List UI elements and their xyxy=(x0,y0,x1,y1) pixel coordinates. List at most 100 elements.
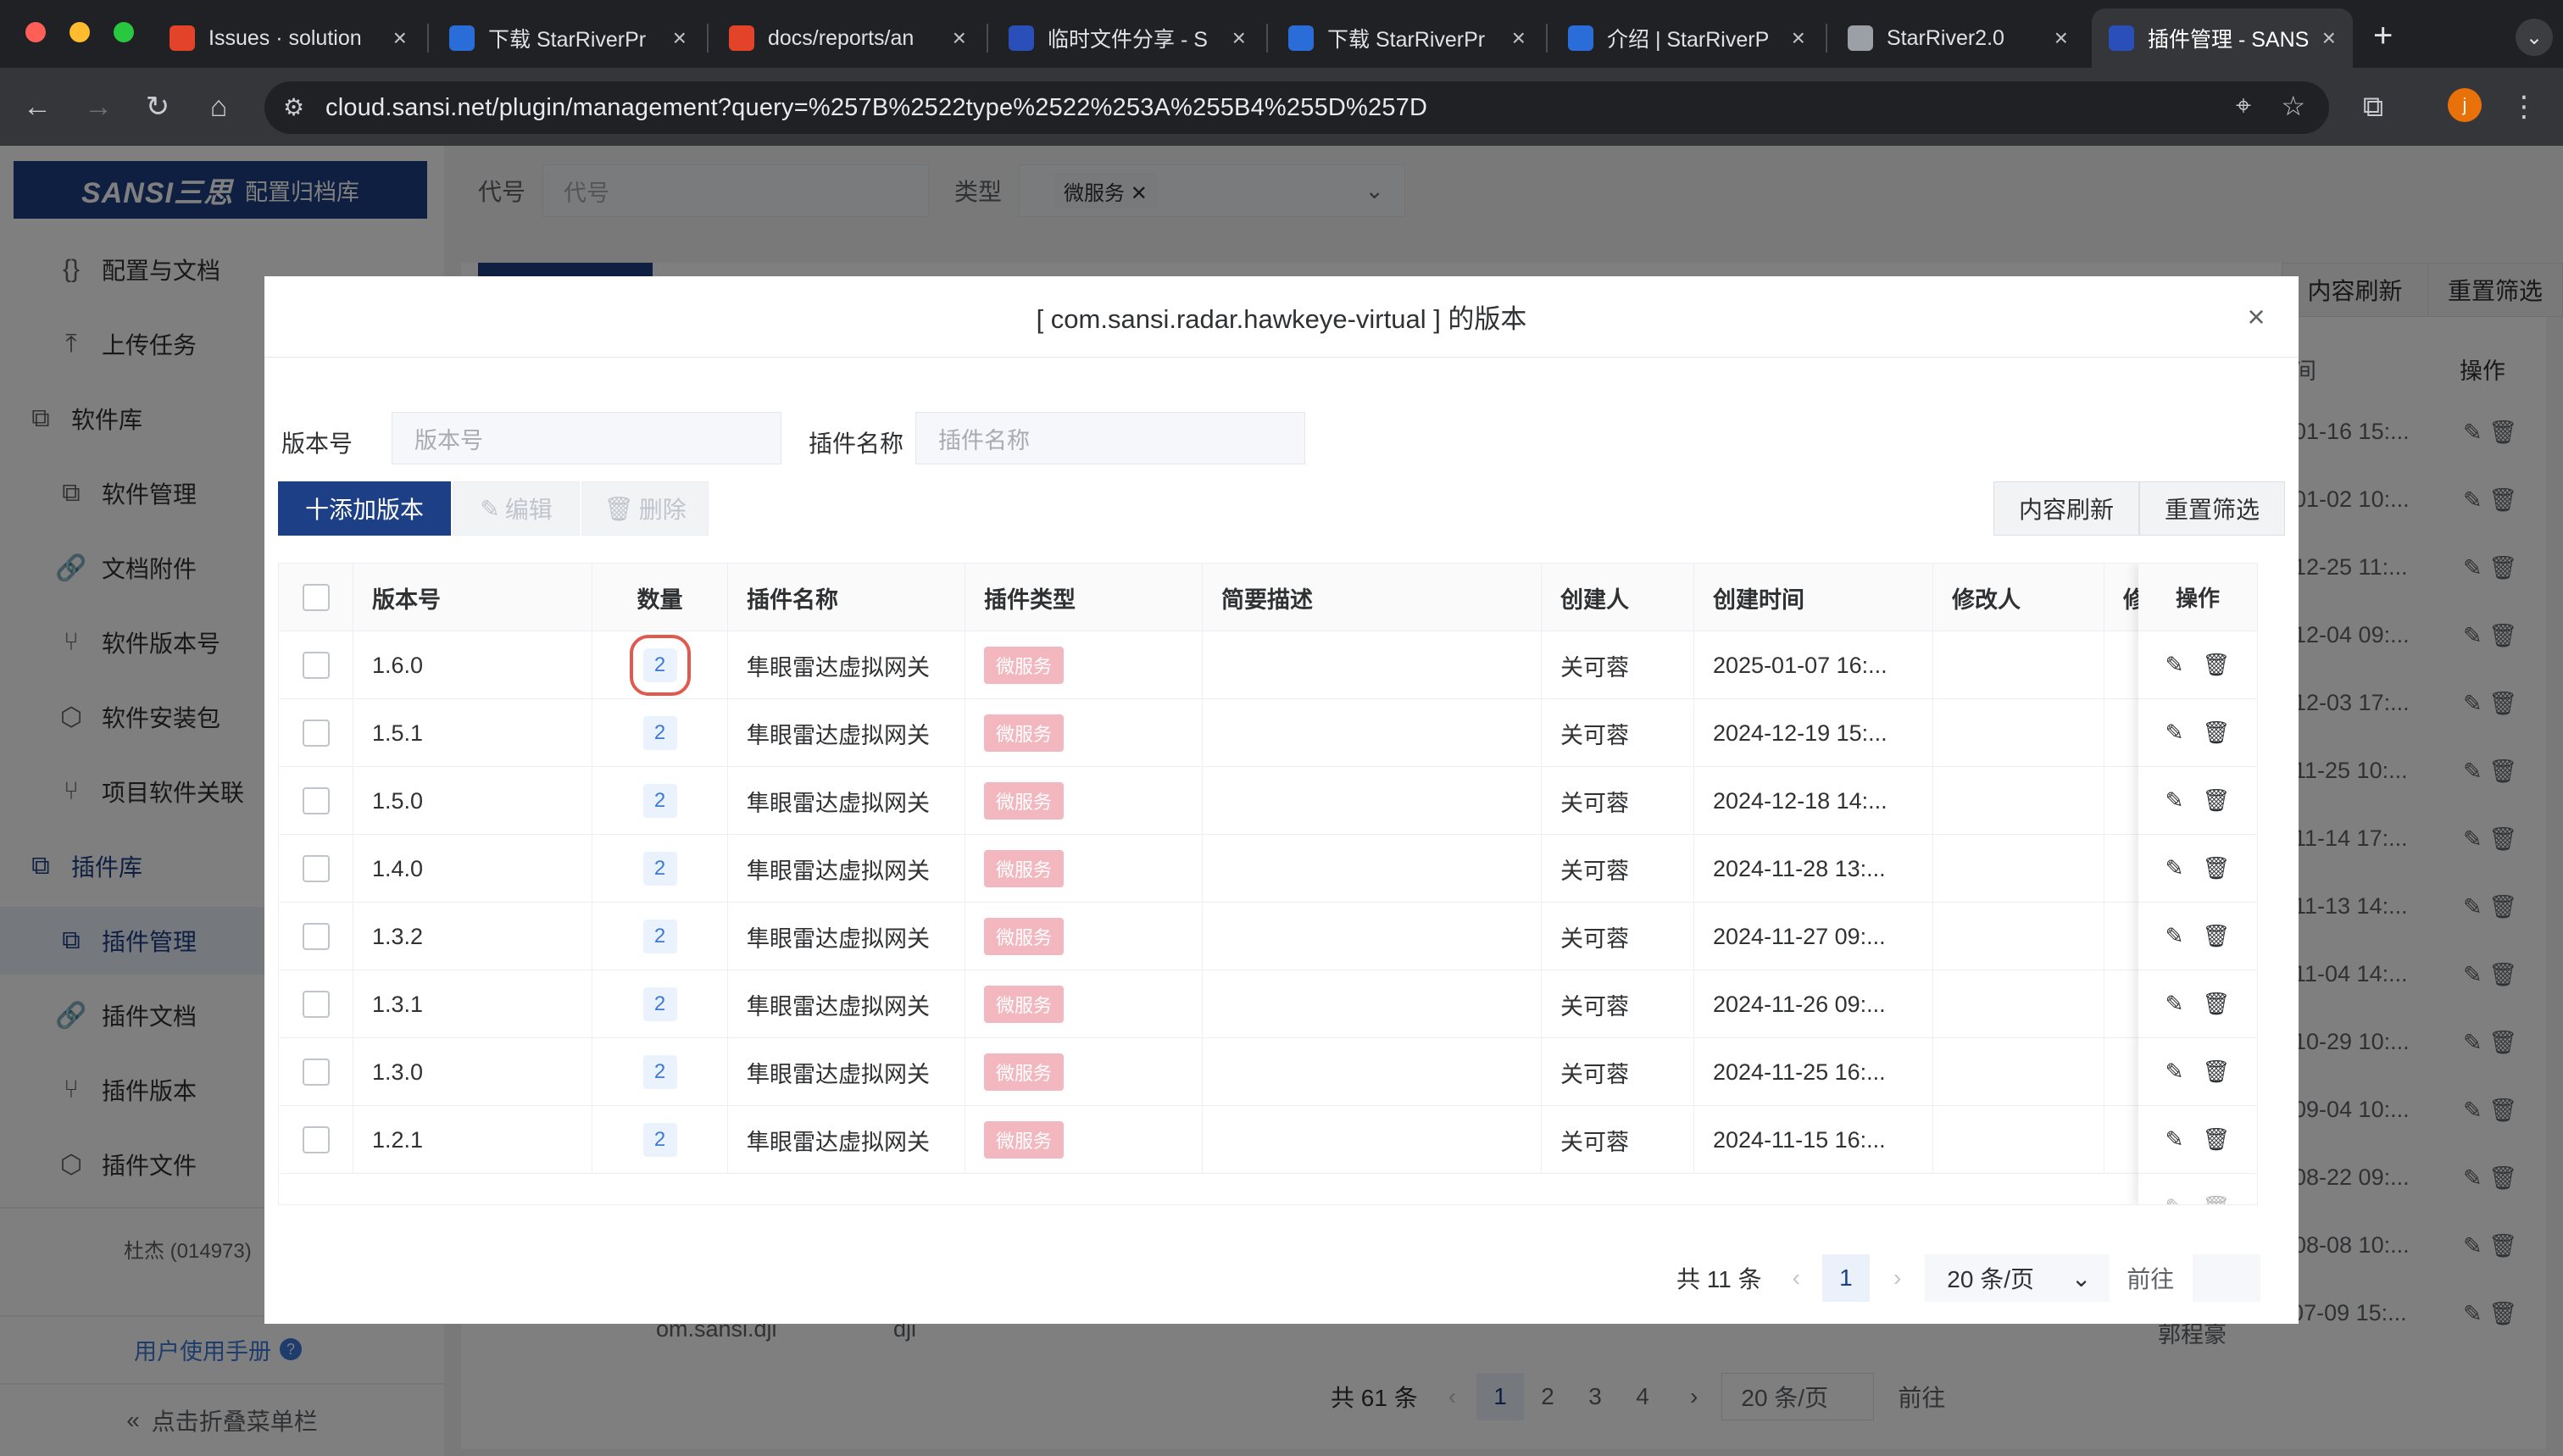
select-all-checkbox[interactable] xyxy=(302,584,330,611)
reload-icon[interactable]: ↻ xyxy=(139,88,176,125)
browser-tab[interactable]: 插件管理 - SANS × xyxy=(2092,8,2353,68)
close-window-button[interactable] xyxy=(25,22,46,42)
trash-icon[interactable]: 🗑 xyxy=(2202,991,2230,1017)
dialog-pager-prev-icon[interactable]: ‹ xyxy=(1793,1264,1800,1292)
trash-icon[interactable]: 🗑 xyxy=(2202,855,2230,881)
tab-close-icon[interactable]: × xyxy=(673,25,687,52)
file-count-link[interactable]: 2 xyxy=(642,852,677,886)
column-header[interactable]: 简要描述 xyxy=(1203,564,1542,631)
edit-icon[interactable]: ✎ xyxy=(2165,652,2184,678)
profile-avatar[interactable]: j xyxy=(2448,88,2482,122)
tab-close-icon[interactable]: × xyxy=(2054,25,2068,52)
delete-button[interactable]: 🗑 删除 xyxy=(581,481,709,536)
refresh-button[interactable]: 内容刷新 xyxy=(1993,481,2139,536)
row-checkbox[interactable] xyxy=(302,787,330,814)
bookmark-star-icon[interactable]: ☆ xyxy=(2281,90,2305,122)
table-row[interactable]: 1.3.1 2 隼眼雷达虚拟网关 微服务 关可蓉 2024-11-26 09:... xyxy=(279,970,2257,1038)
table-row[interactable]: 1.5.1 2 隼眼雷达虚拟网关 微服务 关可蓉 2024-12-19 15:... xyxy=(279,699,2257,767)
file-count-link[interactable]: 2 xyxy=(642,920,677,953)
table-row[interactable]: 1.3.2 2 隼眼雷达虚拟网关 微服务 关可蓉 2024-11-27 09:... xyxy=(279,903,2257,970)
tab-close-icon[interactable]: × xyxy=(1232,25,1246,52)
column-header[interactable]: 数量 xyxy=(592,564,728,631)
file-count-link[interactable]: 2 xyxy=(642,1123,677,1157)
trash-icon[interactable]: 🗑 xyxy=(2202,1194,2230,1204)
row-checkbox[interactable] xyxy=(302,1059,330,1086)
column-header[interactable]: 修改人 xyxy=(1933,564,2104,631)
name-filter-input[interactable]: 插件名称 xyxy=(915,412,1305,464)
tab-close-icon[interactable]: × xyxy=(953,25,966,52)
column-header[interactable]: 创建人 xyxy=(1542,564,1694,631)
file-count-link[interactable]: 2 xyxy=(642,1055,677,1089)
table-row[interactable]: 1.2.1 2 隼眼雷达虚拟网关 微服务 关可蓉 2024-11-15 16:... xyxy=(279,1106,2257,1174)
row-checkbox[interactable] xyxy=(302,720,330,747)
file-count-link[interactable]: 2 xyxy=(642,987,677,1021)
dialog-close-icon[interactable]: × xyxy=(2239,299,2273,334)
row-checkbox[interactable] xyxy=(302,652,330,679)
edit-icon[interactable]: ✎ xyxy=(2165,855,2184,881)
tab-search-icon[interactable]: ⌄ xyxy=(2516,19,2553,56)
type-tag: 微服务 xyxy=(984,714,1065,752)
trash-icon[interactable]: 🗑 xyxy=(2202,720,2230,746)
dialog-body: 版本号 版本号 插件名称 插件名称 十添加版本 ✎ 编辑 🗑 删除 内容刷新 重置筛… xyxy=(278,371,2285,1303)
edit-icon[interactable]: ✎ xyxy=(2165,1194,2184,1204)
forward-icon[interactable]: → xyxy=(80,88,117,125)
trash-icon[interactable]: 🗑 xyxy=(2202,923,2230,949)
edit-icon[interactable]: ✎ xyxy=(2165,720,2184,746)
site-info-icon[interactable]: ⚙ xyxy=(283,93,304,121)
column-header[interactable]: 插件类型 xyxy=(965,564,1203,631)
new-tab-button[interactable]: + xyxy=(2373,17,2393,55)
file-count-link[interactable]: 2 xyxy=(642,784,677,818)
trash-icon[interactable]: 🗑 xyxy=(2202,652,2230,678)
column-header[interactable]: 创建时间 xyxy=(1694,564,1933,631)
column-header[interactable]: 插件名称 xyxy=(728,564,965,631)
edit-button[interactable]: ✎ 编辑 xyxy=(453,481,580,536)
column-header[interactable]: 版本号 xyxy=(353,564,592,631)
home-icon[interactable]: ⌂ xyxy=(200,88,237,125)
dialog-goto-input[interactable] xyxy=(2193,1254,2261,1302)
maximize-window-button[interactable] xyxy=(114,22,134,42)
dialog-page-1[interactable]: 1 xyxy=(1821,1254,1870,1302)
tab-close-icon[interactable]: × xyxy=(393,25,407,52)
table-row[interactable]: 1.5.0 2 隼眼雷达虚拟网关 微服务 关可蓉 2024-12-18 14:... xyxy=(279,767,2257,835)
reset-filters-button[interactable]: 重置筛选 xyxy=(2139,481,2285,536)
edit-icon[interactable]: ✎ xyxy=(2165,991,2184,1017)
browser-tab[interactable]: 下载 StarRiverPr × xyxy=(432,8,703,68)
edit-icon[interactable]: ✎ xyxy=(2165,1059,2184,1085)
edit-icon[interactable]: ✎ xyxy=(2165,787,2184,814)
browser-tab[interactable]: docs/reports/an × xyxy=(712,8,983,68)
row-checkbox[interactable] xyxy=(302,1126,330,1153)
row-checkbox[interactable] xyxy=(302,855,330,882)
table-row-partial xyxy=(279,1174,2257,1204)
table-row[interactable]: 1.6.0 2 隼眼雷达虚拟网关 微服务 关可蓉 2025-01-07 16:... xyxy=(279,631,2257,699)
row-checkbox[interactable] xyxy=(302,991,330,1018)
browser-tab[interactable]: 临时文件分享 - S × xyxy=(992,8,1263,68)
row-checkbox[interactable] xyxy=(302,923,330,950)
add-version-button[interactable]: 十添加版本 xyxy=(278,481,451,536)
browser-tab[interactable]: 下载 StarRiverPr × xyxy=(1271,8,1543,68)
dialog-pager-next-icon[interactable]: › xyxy=(1893,1264,1901,1292)
more-menu-icon[interactable]: ⋮ xyxy=(2505,88,2543,125)
location-icon[interactable]: ⌖ xyxy=(2236,90,2251,122)
edit-icon[interactable]: ✎ xyxy=(2165,1126,2184,1153)
tab-close-icon[interactable]: × xyxy=(2322,25,2336,52)
version-filter-input[interactable]: 版本号 xyxy=(392,412,781,464)
file-count-link[interactable]: 2 xyxy=(642,716,677,750)
table-row[interactable]: 1.4.0 2 隼眼雷达虚拟网关 微服务 关可蓉 2024-11-28 13:... xyxy=(279,835,2257,903)
trash-icon[interactable]: 🗑 xyxy=(2202,787,2230,814)
name-filter-placeholder: 插件名称 xyxy=(938,427,1030,453)
tab-close-icon[interactable]: × xyxy=(1792,25,1805,52)
extensions-icon[interactable]: ⧉ xyxy=(2355,88,2392,125)
browser-tab[interactable]: StarRiver2.0 × xyxy=(1831,8,2085,68)
table-row[interactable]: 1.3.0 2 隼眼雷达虚拟网关 微服务 关可蓉 2024-11-25 16:... xyxy=(279,1038,2257,1106)
trash-icon[interactable]: 🗑 xyxy=(2202,1059,2230,1085)
browser-tab[interactable]: 介绍 | StarRiverP × xyxy=(1551,8,1822,68)
trash-icon[interactable]: 🗑 xyxy=(2202,1126,2230,1153)
edit-icon[interactable]: ✎ xyxy=(2165,923,2184,949)
browser-tab[interactable]: Issues · solution × xyxy=(153,8,424,68)
minimize-window-button[interactable] xyxy=(69,22,90,42)
dialog-page-size-select[interactable]: 20 条/页 ⌄ xyxy=(1925,1254,2110,1302)
tab-close-icon[interactable]: × xyxy=(1512,25,1526,52)
file-count-link[interactable]: 2 xyxy=(629,635,691,696)
address-bar[interactable]: ⚙ cloud.sansi.net/plugin/management?quer… xyxy=(264,81,2329,134)
back-icon[interactable]: ← xyxy=(19,88,56,125)
